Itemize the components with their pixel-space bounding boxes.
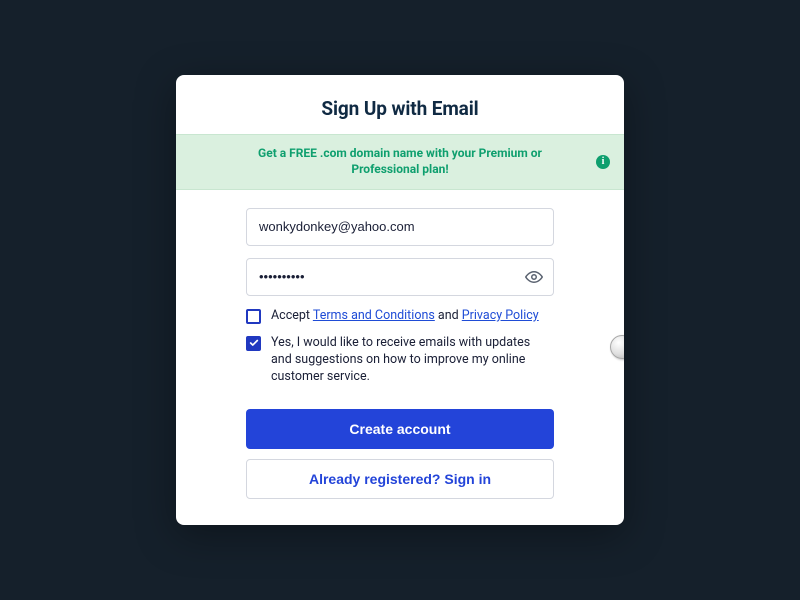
info-icon[interactable]: i (596, 155, 610, 169)
cursor-indicator (610, 335, 624, 359)
terms-label: Accept Terms and Conditions and Privacy … (271, 308, 539, 325)
create-account-button[interactable]: Create account (246, 409, 554, 449)
terms-checkbox[interactable] (246, 309, 261, 324)
promo-banner: Get a FREE .com domain name with your Pr… (176, 134, 624, 190)
marketing-label: Yes, I would like to receive emails with… (271, 335, 554, 386)
terms-row: Accept Terms and Conditions and Privacy … (246, 308, 554, 325)
sign-in-button[interactable]: Already registered? Sign in (246, 459, 554, 499)
email-field-wrapper (246, 208, 554, 246)
email-field[interactable] (246, 208, 554, 246)
password-field-wrapper (246, 258, 554, 296)
privacy-link[interactable]: Privacy Policy (462, 308, 539, 323)
password-field[interactable] (246, 258, 554, 296)
promo-text: Get a FREE .com domain name with your Pr… (224, 145, 576, 177)
modal-body: Accept Terms and Conditions and Privacy … (176, 190, 624, 526)
signup-modal: Sign Up with Email Get a FREE .com domai… (176, 75, 624, 526)
page-background: Sign Up with Email Get a FREE .com domai… (0, 0, 800, 600)
terms-link[interactable]: Terms and Conditions (313, 308, 435, 323)
modal-header: Sign Up with Email (176, 75, 624, 134)
eye-icon[interactable] (524, 267, 544, 287)
marketing-row: Yes, I would like to receive emails with… (246, 335, 554, 386)
marketing-checkbox[interactable] (246, 336, 261, 351)
page-title: Sign Up with Email (200, 97, 600, 120)
